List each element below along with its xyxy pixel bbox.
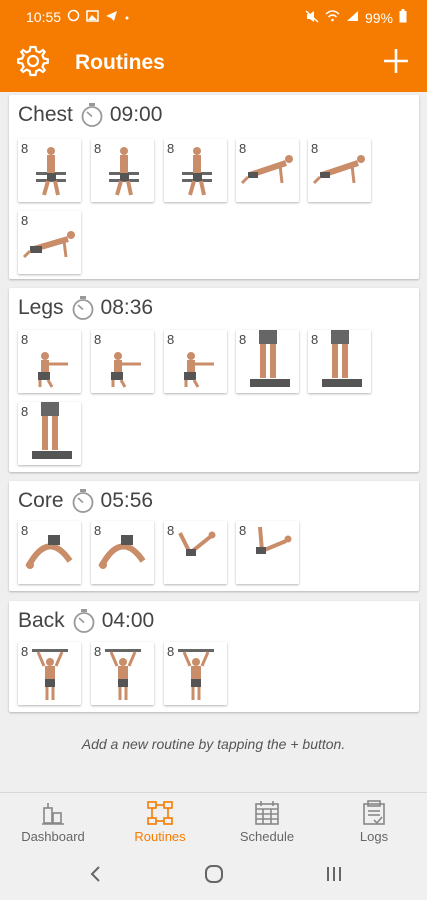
- routines-list: Chest 09:00 8 8 8 8 8 8 Legs 08:36 8 8 8…: [0, 92, 427, 792]
- back-button[interactable]: [75, 862, 115, 890]
- gallery-icon: [86, 9, 99, 25]
- exercise-tile[interactable]: 8: [308, 139, 371, 202]
- nav-label: Dashboard: [21, 829, 85, 844]
- battery-icon: [399, 9, 407, 26]
- pushup-exercise-icon: [312, 155, 365, 185]
- exercise-tile[interactable]: 8: [236, 139, 299, 202]
- exercise-tile[interactable]: 8: [308, 330, 371, 393]
- mute-icon: [305, 9, 319, 26]
- back-chevron-icon: [89, 865, 101, 888]
- exercise-tile[interactable]: 8: [236, 521, 299, 584]
- routine-header[interactable]: Legs 08:36: [18, 294, 153, 322]
- v-up-exercise-icon: [178, 531, 216, 557]
- routine-card-chest[interactable]: Chest 09:00 8 8 8 8 8 8: [9, 95, 419, 279]
- exercise-tile[interactable]: 8: [91, 330, 154, 393]
- exercise-tile[interactable]: 8: [236, 330, 299, 393]
- calendar-icon: [254, 800, 280, 831]
- routine-name: Legs: [18, 296, 64, 319]
- dip-exercise-icon: [182, 147, 212, 196]
- settings-button[interactable]: [14, 44, 52, 82]
- routine-duration: 04:00: [101, 609, 155, 632]
- routine-header[interactable]: Chest 09:00: [18, 101, 162, 129]
- routines-icon: [146, 800, 174, 831]
- plus-icon: [383, 48, 409, 79]
- stopwatch-icon: [81, 103, 103, 127]
- home-icon: [204, 864, 224, 889]
- squat-exercise-icon: [38, 352, 68, 388]
- exercise-tile[interactable]: 8: [91, 139, 154, 202]
- routine-card-legs[interactable]: Legs 08:36 8 8 8 8 8 8: [9, 288, 419, 472]
- dashboard-icon: [40, 800, 66, 831]
- logs-icon: [361, 800, 387, 831]
- app-bar: Routines: [0, 34, 427, 92]
- nav-label: Logs: [359, 829, 389, 844]
- status-time: 10:55: [26, 9, 62, 25]
- calf-raise-exercise-icon: [250, 330, 290, 387]
- exercise-tile[interactable]: 8: [164, 521, 227, 584]
- nav-routines[interactable]: Routines: [107, 793, 213, 851]
- pushup-exercise-icon: [22, 231, 75, 259]
- pushup-exercise-icon: [240, 155, 293, 185]
- nav-label: Schedule: [239, 829, 295, 844]
- pullup-exercise-icon: [105, 649, 141, 700]
- routine-header[interactable]: Core 05:56: [18, 487, 153, 515]
- exercise-tile[interactable]: 8: [91, 642, 154, 705]
- bridge-exercise-icon: [25, 535, 73, 569]
- wifi-icon: [325, 10, 340, 25]
- signal-icon: [346, 10, 359, 25]
- pullup-exercise-icon: [32, 649, 68, 700]
- exercise-tile[interactable]: 8: [18, 521, 81, 584]
- dip-exercise-icon: [109, 147, 139, 196]
- routine-duration: 09:00: [109, 103, 163, 126]
- stopwatch-icon: [73, 609, 95, 633]
- stopwatch-icon: [72, 489, 94, 513]
- dot-icon: [124, 10, 130, 24]
- squat-exercise-icon: [184, 352, 214, 388]
- routine-duration: 08:36: [100, 296, 154, 319]
- exercise-tile[interactable]: 8: [164, 330, 227, 393]
- exercise-tile[interactable]: 8: [164, 139, 227, 202]
- recent-apps-button[interactable]: [314, 862, 354, 890]
- empty-hint-text: Add a new routine by tapping the + butto…: [81, 736, 346, 752]
- system-navigation-bar: [0, 850, 427, 900]
- exercise-tile[interactable]: 8: [18, 330, 81, 393]
- v-up-exercise-icon: [256, 526, 292, 554]
- bottom-navigation: Dashboard Routines Schedule Logs: [0, 792, 427, 850]
- routine-name: Core: [18, 489, 64, 512]
- recent-apps-icon: [325, 865, 343, 888]
- pullup-exercise-icon: [178, 649, 214, 700]
- exercise-tile[interactable]: 8: [18, 211, 81, 274]
- routine-duration: 05:56: [100, 489, 154, 512]
- exercise-tile[interactable]: 8: [18, 139, 81, 202]
- stopwatch-icon: [72, 296, 94, 320]
- nav-dashboard[interactable]: Dashboard: [0, 793, 106, 851]
- routine-name: Back: [18, 609, 65, 632]
- routine-header[interactable]: Back 04:00: [18, 607, 154, 635]
- exercise-tile[interactable]: 8: [164, 642, 227, 705]
- add-routine-button[interactable]: [377, 44, 415, 82]
- exercise-tile[interactable]: 8: [18, 642, 81, 705]
- squat-exercise-icon: [111, 352, 141, 388]
- nav-label: Routines: [134, 829, 186, 844]
- calf-raise-exercise-icon: [32, 402, 72, 459]
- bridge-exercise-icon: [98, 535, 146, 569]
- home-button[interactable]: [194, 862, 234, 890]
- status-bar: 10:55 99%: [0, 0, 427, 34]
- routine-card-core[interactable]: Core 05:56 8 8 8 8: [9, 481, 419, 591]
- page-title: Routines: [75, 51, 165, 74]
- dip-exercise-icon: [36, 147, 66, 196]
- exercise-tile[interactable]: 8: [91, 521, 154, 584]
- calf-raise-exercise-icon: [322, 330, 362, 387]
- battery-percent: 99%: [364, 9, 393, 26]
- gear-icon: [16, 44, 50, 83]
- nav-schedule[interactable]: Schedule: [214, 793, 320, 851]
- whatsapp-icon: [67, 9, 80, 25]
- routine-name: Chest: [18, 103, 73, 126]
- exercise-tile[interactable]: 8: [18, 402, 81, 465]
- nav-logs[interactable]: Logs: [321, 793, 427, 851]
- routine-card-back[interactable]: Back 04:00 8 8 8: [9, 601, 419, 712]
- telegram-icon: [105, 10, 118, 25]
